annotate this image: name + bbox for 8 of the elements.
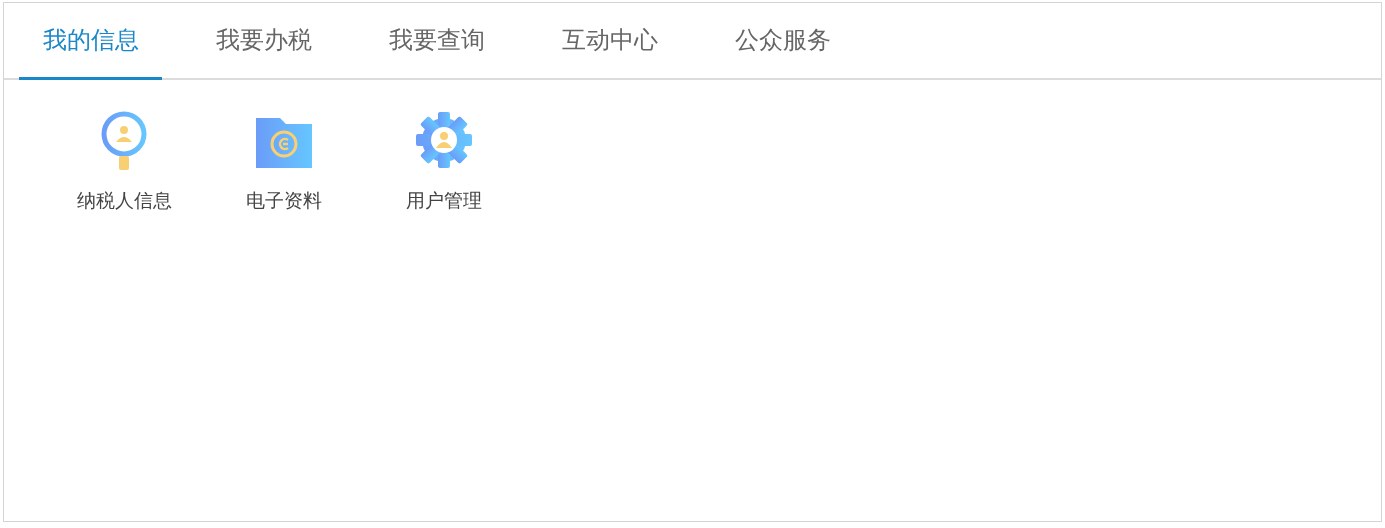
item-label[interactable]: 用户管理 bbox=[406, 188, 482, 214]
tab[interactable]: 我的信息 bbox=[19, 3, 162, 80]
tab[interactable]: 我要办税 bbox=[192, 3, 335, 80]
tab[interactable]: 我要查询 bbox=[365, 3, 508, 80]
item-label[interactable]: 纳税人信息 bbox=[76, 188, 172, 214]
item-label[interactable]: 电子资料 bbox=[246, 188, 322, 214]
tab[interactable]: 公众服务 bbox=[711, 3, 854, 80]
tab[interactable]: 互动中心 bbox=[538, 3, 681, 80]
